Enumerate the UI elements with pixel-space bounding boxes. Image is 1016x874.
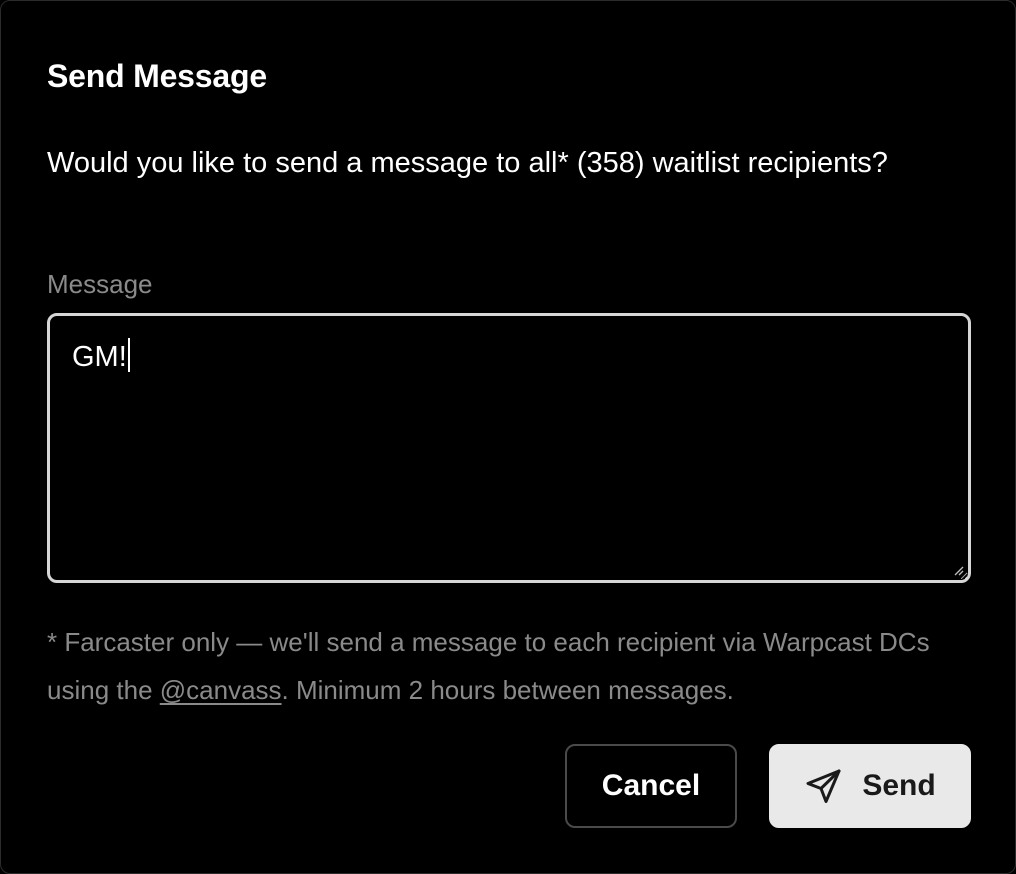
cancel-button[interactable]: Cancel: [565, 744, 737, 828]
send-button-label: Send: [862, 769, 936, 802]
dialog-title: Send Message: [47, 58, 267, 94]
footnote: * Farcaster only — we'll send a message …: [47, 618, 977, 714]
message-textarea[interactable]: GM!: [47, 313, 971, 583]
message-label: Message: [47, 269, 153, 299]
message-value: GM!: [72, 341, 127, 373]
send-button[interactable]: Send: [769, 744, 971, 828]
cancel-button-label: Cancel: [601, 769, 701, 802]
dialog-description: Would you like to send a message to all*…: [47, 147, 888, 179]
footnote-suffix: . Minimum 2 hours between messages.: [281, 675, 734, 705]
canvass-link[interactable]: @canvass: [160, 675, 282, 705]
text-caret: [127, 338, 130, 372]
paper-plane-icon: [804, 766, 844, 806]
send-message-dialog: Send Message Would you like to send a me…: [0, 0, 1016, 874]
resize-grip-icon[interactable]: [952, 564, 964, 576]
